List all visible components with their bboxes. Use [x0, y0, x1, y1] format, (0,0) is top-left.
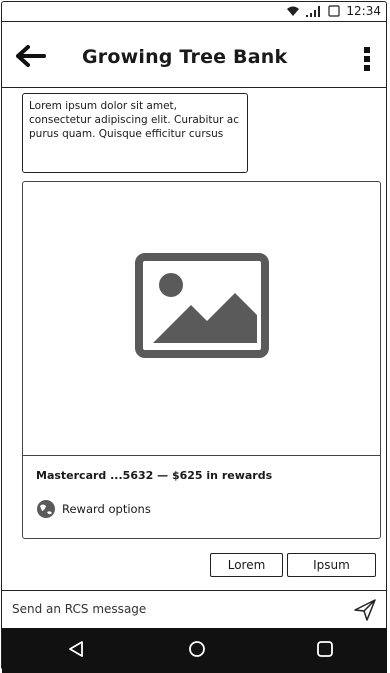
image-placeholder-icon: [135, 253, 269, 358]
wifi-icon: [287, 6, 300, 16]
reward-options-label: Reward options: [62, 502, 151, 516]
message-input[interactable]: Send an RCS message: [12, 602, 146, 616]
page-title: Growing Tree Bank: [82, 46, 288, 68]
card-media: [23, 182, 380, 456]
send-icon[interactable]: [353, 598, 377, 622]
message-bubble: Lorem ipsum dolor sit amet, consectetur …: [22, 93, 248, 173]
globe-icon: [37, 500, 55, 518]
back-triangle-icon[interactable]: [68, 640, 84, 658]
recents-square-icon[interactable]: [316, 640, 334, 658]
status-time: 12:34: [346, 4, 381, 18]
navigation-bar: [2, 628, 387, 673]
status-bar: 12:34: [2, 2, 387, 22]
home-circle-icon[interactable]: [188, 640, 206, 658]
battery-icon: [328, 5, 341, 17]
more-vertical-icon[interactable]: [361, 46, 373, 72]
reward-options-action[interactable]: Reward options: [36, 499, 151, 519]
signal-icon: [306, 6, 321, 17]
rich-card[interactable]: Mastercard ...5632 — $625 in rewards Rew…: [22, 181, 381, 539]
suggestion-chip-ipsum[interactable]: Ipsum: [287, 553, 376, 577]
app-bar: Growing Tree Bank: [2, 22, 387, 88]
arrow-left-icon[interactable]: [16, 44, 46, 68]
suggestion-chip-lorem[interactable]: Lorem: [210, 553, 283, 577]
card-title: Mastercard ...5632 — $625 in rewards: [36, 469, 273, 482]
message-composer[interactable]: Send an RCS message: [2, 590, 387, 628]
